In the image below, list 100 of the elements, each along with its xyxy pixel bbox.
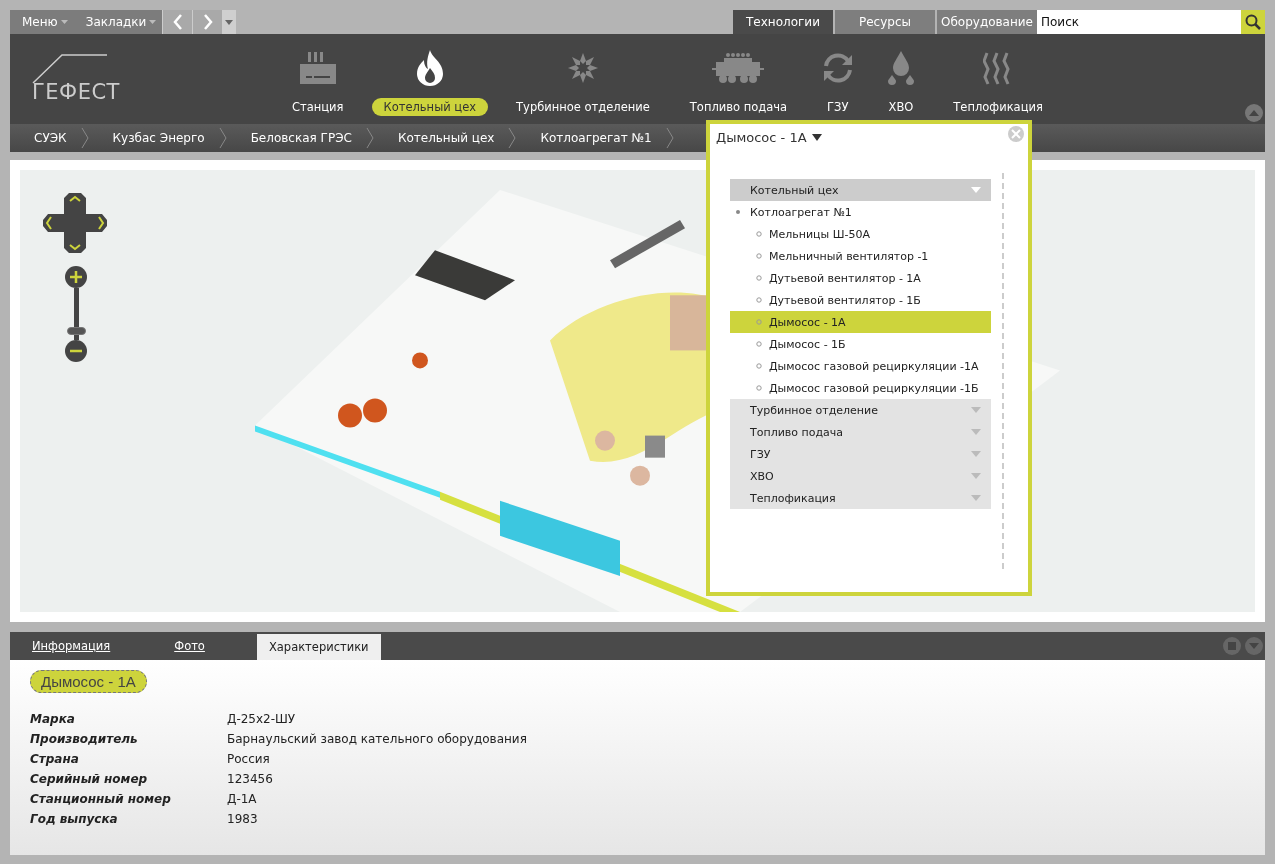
expand-arrow-icon bbox=[971, 407, 981, 413]
view-tab[interactable]: Ресурсы bbox=[835, 10, 935, 34]
factory-icon bbox=[299, 50, 336, 86]
circle-bullet-icon bbox=[756, 363, 762, 369]
circle-bullet-icon bbox=[756, 297, 762, 303]
view-tab[interactable]: Оборудование bbox=[937, 10, 1037, 34]
details-tab[interactable]: Информация bbox=[20, 632, 123, 660]
plus-icon bbox=[70, 271, 82, 283]
circle-bullet-icon bbox=[756, 385, 762, 391]
back-button[interactable] bbox=[162, 10, 193, 34]
breadcrumb-link[interactable]: Кузбас Энерго bbox=[88, 131, 219, 145]
section-tab[interactable]: Станция bbox=[280, 98, 356, 116]
tree-group[interactable]: Котельный цех bbox=[730, 179, 991, 201]
section-tab[interactable]: ГЗУ bbox=[815, 98, 861, 116]
chevron-icon bbox=[218, 127, 227, 149]
collapse-button[interactable] bbox=[1245, 104, 1263, 122]
minus-icon bbox=[70, 349, 82, 353]
tree-item[interactable]: Дымосос - 1А bbox=[730, 311, 991, 333]
logo-text: ГЕФЕСТ bbox=[32, 80, 120, 104]
breadcrumb-link[interactable]: Котлоагрегат №1 bbox=[516, 131, 666, 145]
property-name: Год выпуска bbox=[30, 811, 119, 828]
tree-group[interactable]: Теплофикация bbox=[730, 487, 991, 509]
square-icon bbox=[1228, 642, 1236, 650]
circle-bullet-icon bbox=[756, 253, 762, 259]
tree-item[interactable]: Дымосос газовой рециркуляции -1Б bbox=[730, 377, 991, 399]
caret-icon bbox=[149, 20, 157, 24]
breadcrumb-link[interactable]: Беловская ГРЭС bbox=[226, 131, 366, 145]
tree-item[interactable]: Котлоагрегат №1 bbox=[730, 201, 991, 223]
menu-button[interactable]: Закладки bbox=[73, 10, 163, 34]
chevron-right-icon bbox=[202, 14, 213, 30]
circle-bullet-icon bbox=[756, 319, 762, 325]
dropdown-arrow-icon[interactable] bbox=[811, 134, 822, 141]
logo-line-icon bbox=[32, 54, 108, 84]
property-value: 123456 bbox=[227, 771, 274, 788]
property-name: Производитель bbox=[30, 731, 139, 748]
property-value: Д-25х2-ШУ bbox=[227, 711, 297, 728]
pan-control[interactable] bbox=[42, 192, 108, 254]
section-tab[interactable]: Теплофикация bbox=[941, 98, 1055, 116]
circle-bullet-icon bbox=[756, 275, 762, 281]
bullet-icon bbox=[736, 210, 740, 214]
details-tab[interactable]: Характеристики bbox=[256, 634, 381, 660]
chevron-icon bbox=[80, 127, 89, 149]
triangle-up-icon bbox=[1249, 110, 1259, 116]
group-label: Топливо подача bbox=[750, 425, 844, 439]
tree-group[interactable]: ГЗУ bbox=[730, 443, 991, 465]
view-tab[interactable]: Технологии bbox=[733, 10, 833, 34]
search-field[interactable]: Поиск bbox=[1037, 10, 1241, 34]
water-drops-icon bbox=[886, 50, 915, 86]
property-name: Страна bbox=[30, 751, 80, 768]
chevron-icon bbox=[665, 127, 674, 149]
tree-item[interactable]: Дутьевой вентилятор - 1А bbox=[730, 267, 991, 289]
tree-group[interactable]: Топливо подача bbox=[730, 421, 991, 443]
group-label: ХВО bbox=[750, 469, 774, 483]
caret-icon bbox=[60, 20, 68, 24]
property-value: 1983 bbox=[227, 811, 259, 828]
expand-arrow-icon bbox=[971, 473, 981, 479]
forward-button[interactable] bbox=[192, 10, 223, 34]
section-tab[interactable]: Турбинное отделение bbox=[504, 98, 662, 116]
chevron-icon bbox=[508, 127, 517, 149]
group-label: Котельный цех bbox=[750, 183, 839, 197]
details-tab[interactable]: Фото bbox=[162, 632, 217, 660]
menu-button[interactable]: Меню bbox=[10, 10, 74, 34]
expand-arrow-icon bbox=[971, 429, 981, 435]
section-tab[interactable]: Топливо подача bbox=[677, 98, 800, 116]
tree-item[interactable]: Дымосос - 1Б bbox=[730, 333, 991, 355]
breadcrumb-link[interactable]: СУЭК bbox=[10, 131, 81, 145]
equipment-badge: Дымосос - 1А bbox=[30, 670, 147, 693]
flame-icon bbox=[415, 50, 444, 86]
expand-arrow-icon bbox=[971, 495, 981, 501]
section-tab[interactable]: Котельный цех bbox=[371, 98, 489, 116]
tree-item[interactable]: Дутьевой вентилятор - 1Б bbox=[730, 289, 991, 311]
expand-arrow-icon bbox=[971, 451, 981, 457]
circle-bullet-icon bbox=[756, 231, 762, 237]
dropdown-button[interactable] bbox=[222, 10, 237, 34]
wagon-icon bbox=[712, 50, 765, 86]
group-label: Турбинное отделение bbox=[750, 403, 878, 417]
circle-bullet-icon bbox=[756, 341, 762, 347]
property-name: Серийный номер bbox=[30, 771, 149, 788]
search-button[interactable] bbox=[1241, 10, 1265, 34]
popup-title: Дымосос - 1А bbox=[716, 130, 807, 145]
tree-item[interactable]: Мельницы Ш-50А bbox=[730, 223, 991, 245]
tree-group[interactable]: ХВО bbox=[730, 465, 991, 487]
caret-icon bbox=[225, 19, 234, 25]
property-value: Д-1А bbox=[227, 791, 258, 808]
breadcrumb-link[interactable]: Котельный цех bbox=[373, 131, 509, 145]
tree-item[interactable]: Мельничный вентилятор -1 bbox=[730, 245, 991, 267]
property-value: Россия bbox=[227, 751, 271, 768]
property-value: Барнаульский завод кательного оборудования bbox=[227, 731, 528, 748]
tree-group[interactable]: Турбинное отделение bbox=[730, 399, 991, 421]
group-label: ГЗУ bbox=[750, 447, 771, 461]
property-name: Марка bbox=[30, 711, 76, 728]
group-label: Теплофикация bbox=[750, 491, 836, 505]
chevron-left-icon bbox=[172, 14, 183, 30]
triangle-down-icon bbox=[1249, 643, 1259, 649]
property-name: Станционный номер bbox=[30, 791, 172, 808]
zoom-slider-handle[interactable] bbox=[66, 326, 86, 335]
section-tab[interactable]: ХВО bbox=[876, 98, 926, 116]
chevron-icon bbox=[365, 127, 374, 149]
expand-arrow-icon bbox=[971, 187, 981, 193]
tree-item[interactable]: Дымосос газовой рециркуляции -1А bbox=[730, 355, 991, 377]
